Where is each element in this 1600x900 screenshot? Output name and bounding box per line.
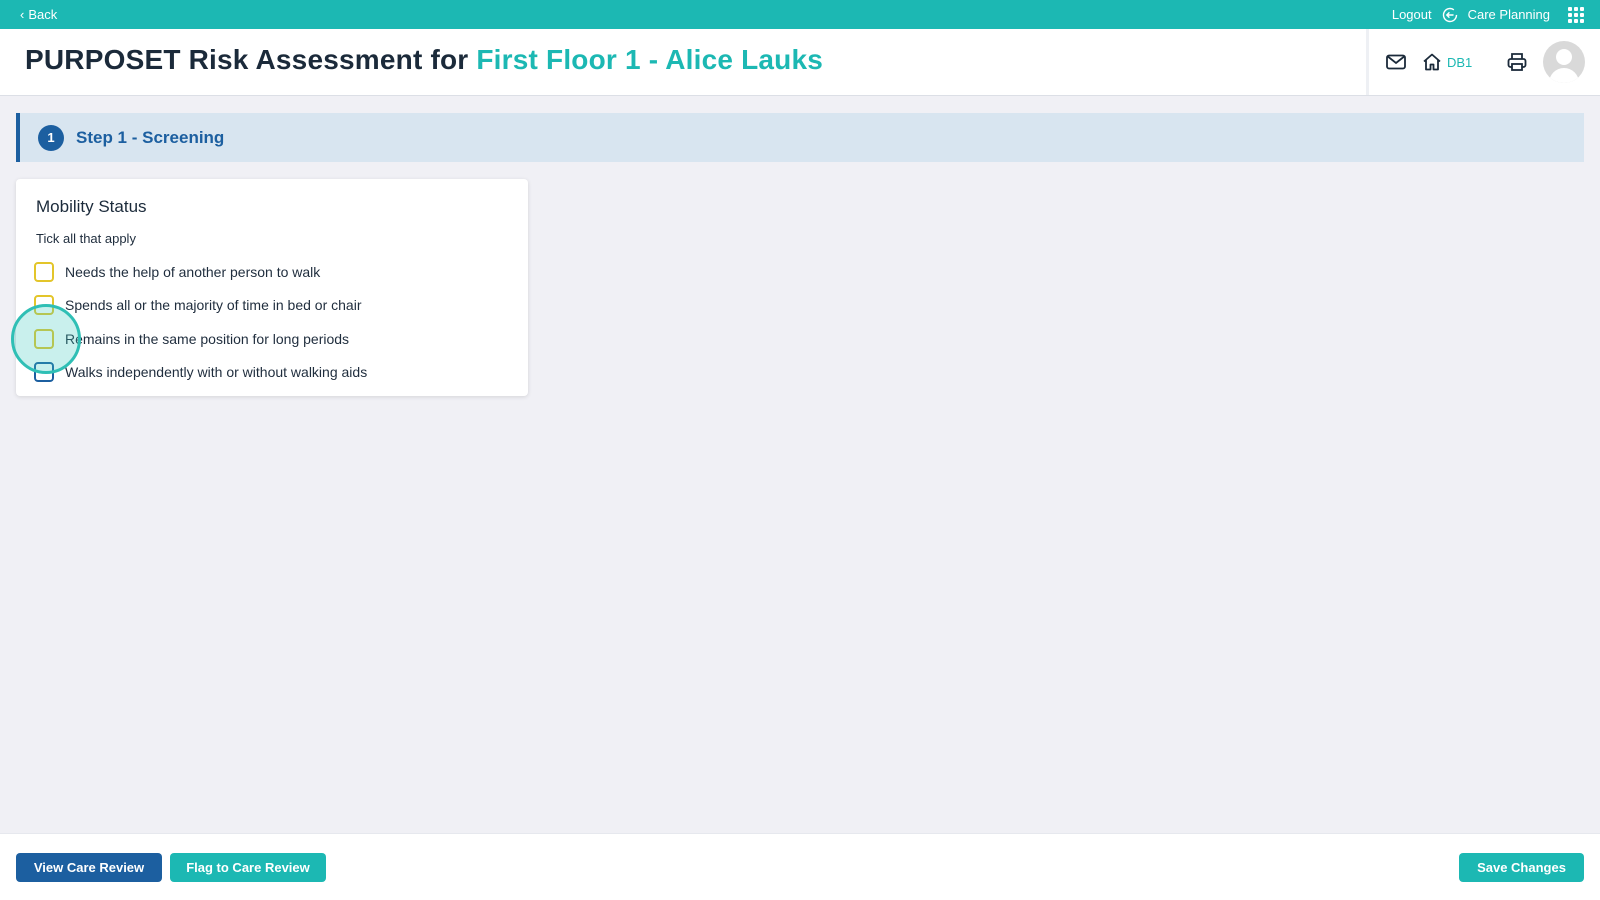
option-same-position[interactable]: Remains in the same position for long pe… bbox=[34, 322, 508, 356]
home-icon bbox=[1423, 53, 1441, 71]
page-title-resident: First Floor 1 - Alice Lauks bbox=[476, 44, 824, 75]
back-link[interactable]: ‹ Back bbox=[20, 7, 57, 22]
home-link[interactable]: DB1 bbox=[1421, 51, 1472, 73]
option-label: Spends all or the majority of time in be… bbox=[65, 297, 362, 314]
card-title: Mobility Status bbox=[36, 197, 147, 216]
step-title: Step 1 - Screening bbox=[76, 127, 225, 147]
top-bar: ‹ Back Logout Care Planning bbox=[0, 0, 1600, 29]
checkbox[interactable] bbox=[34, 295, 54, 316]
checkbox[interactable] bbox=[34, 261, 54, 282]
save-changes-button[interactable]: Save Changes bbox=[1459, 853, 1584, 882]
mail-icon[interactable] bbox=[1385, 51, 1407, 73]
printer-icon[interactable] bbox=[1506, 51, 1528, 73]
option-label: Remains in the same position for long pe… bbox=[65, 330, 350, 347]
back-label: Back bbox=[28, 7, 58, 22]
page-header: PURPOSET Risk Assessment for First Floor… bbox=[0, 29, 1600, 96]
option-label: Walks independently with or without walk… bbox=[65, 364, 368, 381]
header-divider bbox=[1366, 29, 1369, 95]
view-care-review-button[interactable]: View Care Review bbox=[16, 853, 162, 882]
page-title-prefix: PURPOSET Risk Assessment for bbox=[25, 44, 477, 75]
step-number-badge: 1 bbox=[38, 124, 64, 151]
user-avatar[interactable] bbox=[1543, 41, 1586, 83]
logout-icon[interactable] bbox=[1442, 7, 1458, 23]
checkbox[interactable] bbox=[34, 328, 54, 349]
chevron-left-icon: ‹ bbox=[20, 7, 25, 22]
checkbox[interactable] bbox=[34, 362, 54, 383]
mobility-status-card: Mobility Status Tick all that apply Need… bbox=[16, 179, 528, 396]
option-bed-or-chair[interactable]: Spends all or the majority of time in be… bbox=[34, 289, 508, 323]
step-header: 1 Step 1 - Screening bbox=[16, 113, 1584, 162]
option-label: Needs the help of another person to walk bbox=[65, 263, 321, 280]
top-bar-actions: Logout Care Planning bbox=[1392, 6, 1584, 23]
home-code: DB1 bbox=[1447, 54, 1473, 70]
app-switcher-label[interactable]: Care Planning bbox=[1468, 7, 1550, 22]
logout-link[interactable]: Logout bbox=[1392, 7, 1432, 22]
header-icons: DB1 bbox=[1385, 29, 1586, 95]
flag-to-care-review-button[interactable]: Flag to Care Review bbox=[170, 853, 326, 882]
app-grid-icon[interactable] bbox=[1568, 6, 1584, 23]
card-hint: Tick all that apply bbox=[36, 231, 136, 246]
footer-bar: View Care Review Flag to Care Review Sav… bbox=[0, 833, 1600, 900]
option-walks-independently[interactable]: Walks independently with or without walk… bbox=[34, 356, 508, 390]
page-title: PURPOSET Risk Assessment for First Floor… bbox=[25, 44, 823, 76]
option-needs-help[interactable]: Needs the help of another person to walk bbox=[34, 255, 508, 289]
